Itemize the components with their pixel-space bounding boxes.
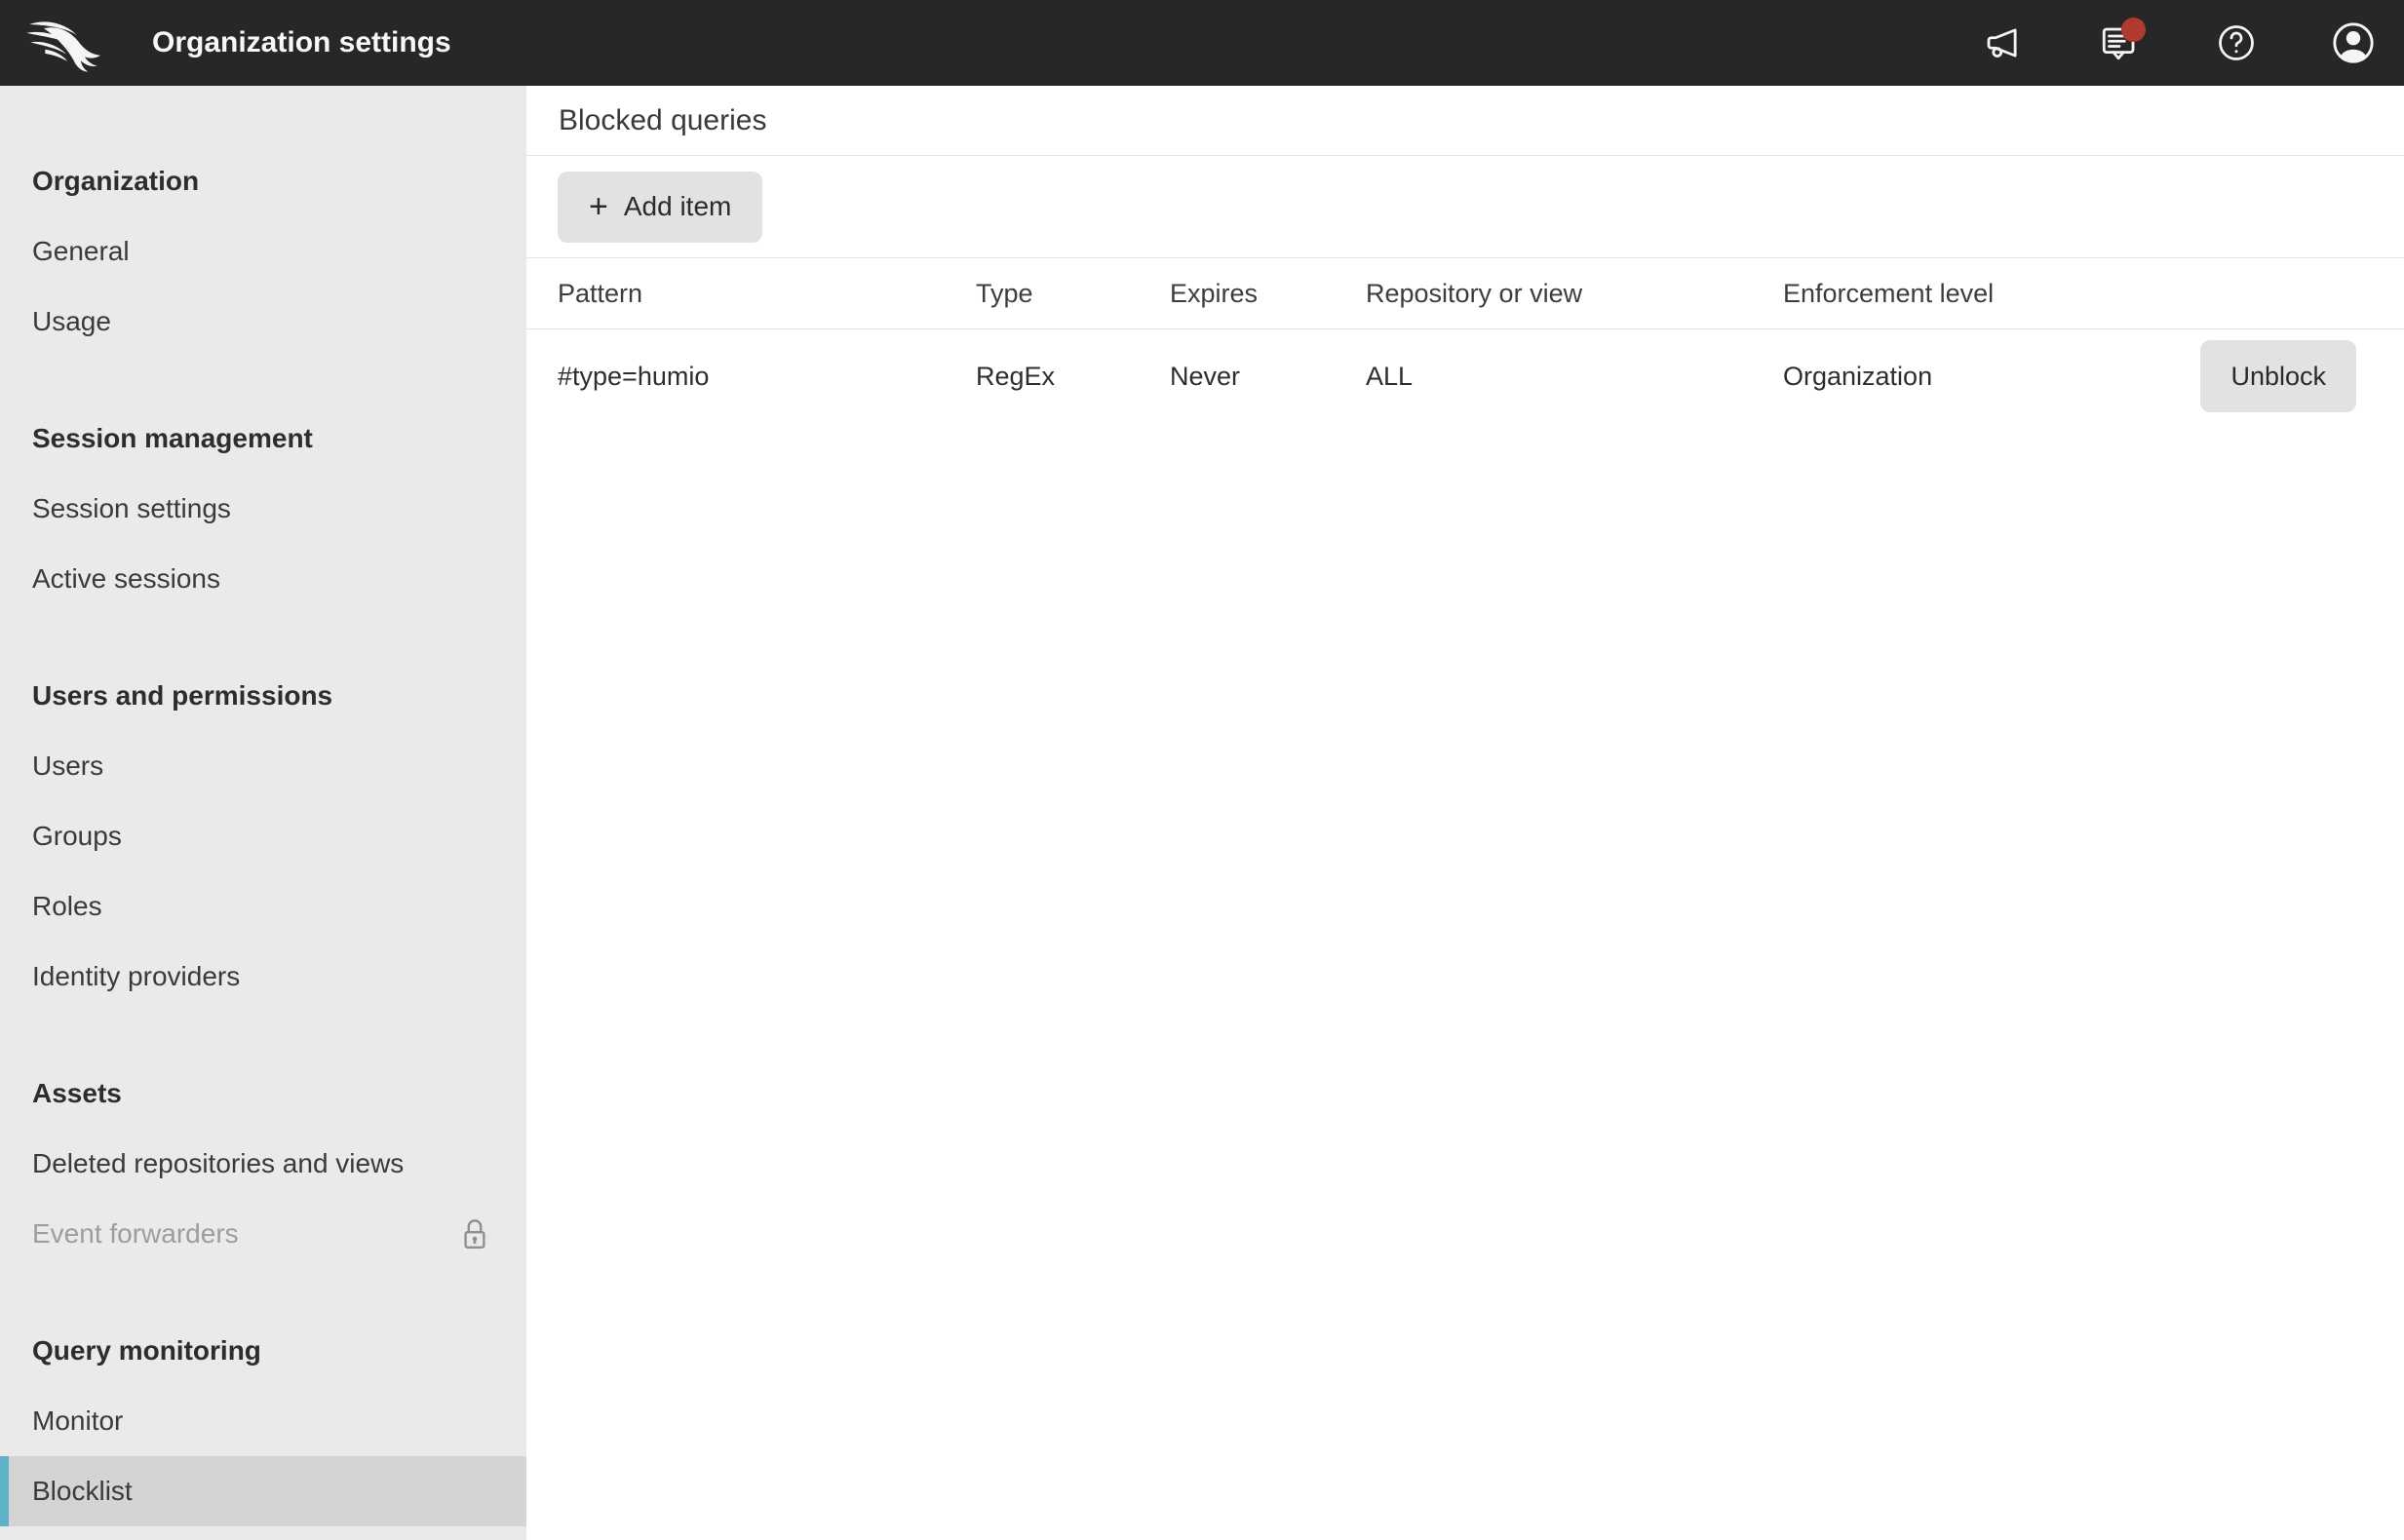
- sidebar-item-roles[interactable]: Roles: [0, 871, 526, 942]
- topbar: Organization settings: [0, 0, 2404, 86]
- toolbar: + Add item: [526, 156, 2404, 258]
- sidebar-section-session-management: Session management Session settings Acti…: [0, 404, 526, 614]
- cell-pattern: #type=humio: [558, 361, 710, 391]
- table-header-row: Pattern Type Expires Repository or view …: [526, 258, 2404, 329]
- avatar-icon[interactable]: [2331, 20, 2376, 65]
- chat-icon[interactable]: [2097, 18, 2146, 65]
- cell-type: RegEx: [976, 361, 1056, 391]
- sidebar-header-session-management: Session management: [32, 423, 313, 453]
- sidebar-section-query-monitoring: Query monitoring Monitor Blocklist: [0, 1316, 526, 1526]
- column-header-enforcement: Enforcement level: [1783, 278, 1995, 308]
- cell-enforcement: Organization Unblock: [1783, 340, 2404, 412]
- sidebar-item-event-forwarders: Event forwarders: [0, 1199, 526, 1269]
- sidebar-item-label: Event forwarders: [32, 1218, 239, 1249]
- sidebar-header-users-permissions: Users and permissions: [32, 680, 333, 711]
- settings-sidebar: Organization General Usage Session manag…: [0, 86, 526, 1540]
- sidebar-item-users[interactable]: Users: [0, 731, 526, 801]
- sidebar-section-users-permissions: Users and permissions Users Groups Roles…: [0, 661, 526, 1012]
- sidebar-header-query-monitoring: Query monitoring: [32, 1335, 261, 1366]
- table-row: #type=humio RegEx Never ALL Organization…: [526, 329, 2404, 423]
- sidebar-section-organization: Organization General Usage: [0, 146, 526, 357]
- sidebar-item-blocklist[interactable]: Blocklist: [0, 1456, 526, 1526]
- sidebar-item-monitor[interactable]: Monitor: [0, 1386, 526, 1456]
- sidebar-item-session-settings[interactable]: Session settings: [0, 474, 526, 544]
- column-header-type: Type: [976, 278, 1033, 308]
- main-content: Blocked queries + Add item Pattern Type …: [526, 86, 2404, 1540]
- sidebar-header-assets: Assets: [32, 1078, 122, 1108]
- sidebar-item-active-sessions[interactable]: Active sessions: [0, 544, 526, 614]
- notification-badge: [2121, 18, 2146, 42]
- add-item-label: Add item: [623, 191, 732, 221]
- sidebar-item-general[interactable]: General: [0, 216, 526, 287]
- cell-repository: ALL: [1366, 361, 1414, 391]
- megaphone-icon[interactable]: [1980, 20, 2025, 65]
- crowdstrike-falcon-logo[interactable]: [25, 11, 111, 75]
- column-header-repository: Repository or view: [1366, 278, 1583, 308]
- add-item-button[interactable]: + Add item: [558, 171, 763, 243]
- sidebar-item-deleted-repositories[interactable]: Deleted repositories and views: [0, 1129, 526, 1199]
- lock-icon: [464, 1219, 485, 1249]
- cell-expires: Never: [1170, 361, 1241, 391]
- page-title: Organization settings: [152, 26, 451, 58]
- enforcement-value: Organization: [1783, 361, 1933, 391]
- page-body: Organization General Usage Session manag…: [0, 86, 2404, 1540]
- sidebar-item-identity-providers[interactable]: Identity providers: [0, 942, 526, 1012]
- sidebar-header-organization: Organization: [32, 166, 200, 196]
- column-header-expires: Expires: [1170, 278, 1259, 308]
- sidebar-item-groups[interactable]: Groups: [0, 801, 526, 871]
- sidebar-section-assets: Assets Deleted repositories and views Ev…: [0, 1059, 526, 1269]
- plus-icon: +: [589, 188, 608, 225]
- section-title: Blocked queries: [526, 86, 2404, 156]
- column-header-pattern: Pattern: [558, 278, 643, 308]
- unblock-button[interactable]: Unblock: [2200, 340, 2356, 412]
- sidebar-item-usage[interactable]: Usage: [0, 287, 526, 357]
- topbar-icons: [1980, 18, 2376, 65]
- help-icon[interactable]: [2214, 20, 2259, 65]
